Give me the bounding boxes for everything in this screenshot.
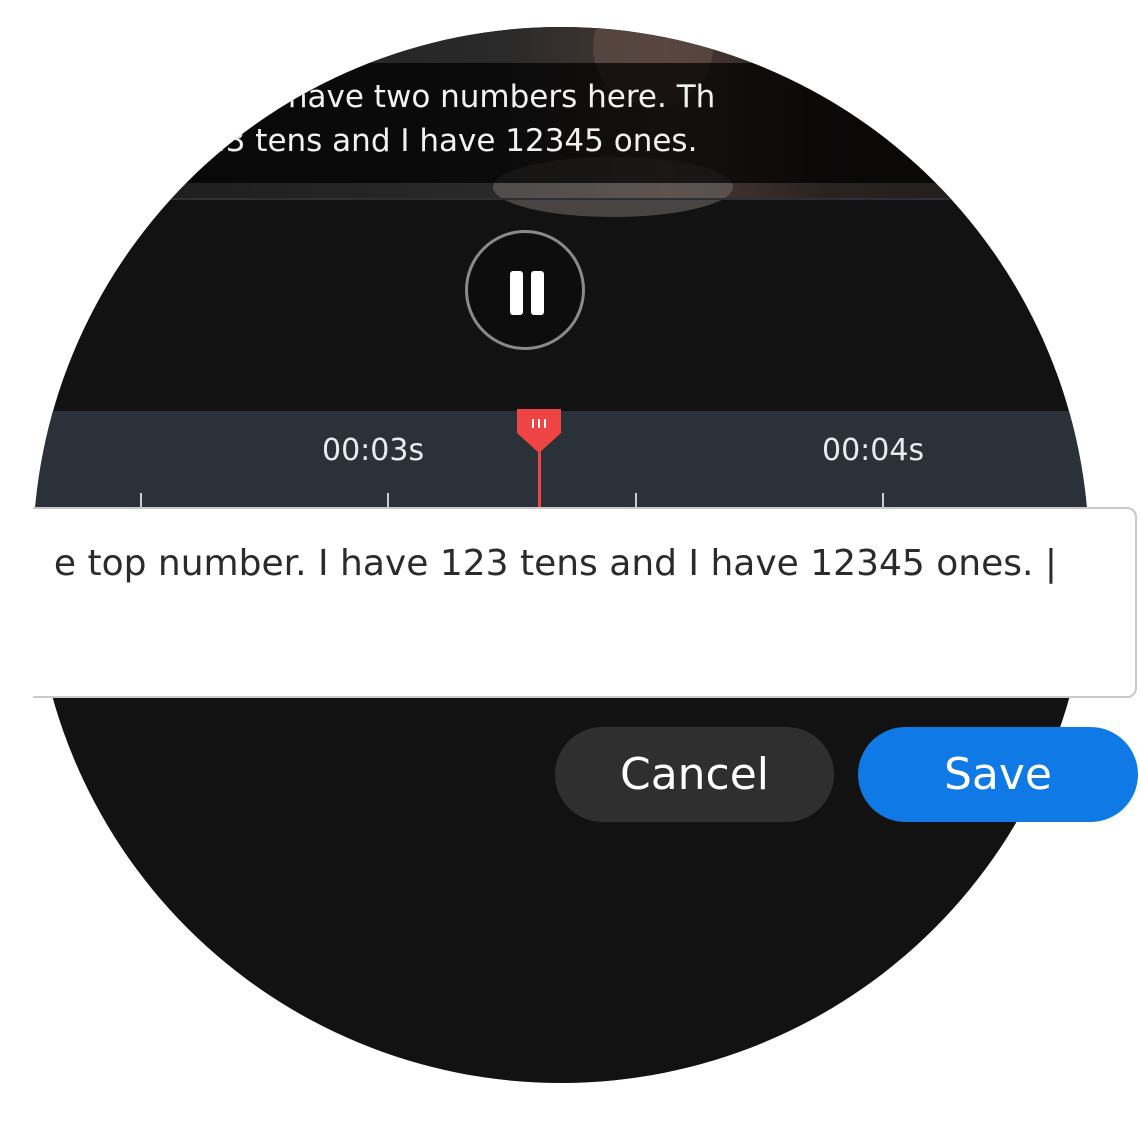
divider — [33, 198, 1089, 200]
caption-text-value: e top number. I have 123 tens and I have… — [53, 543, 1057, 584]
caption-line-2: ber. I have 123 tens and I have 12345 on… — [33, 123, 698, 159]
speaker-tag: 1] — [159, 79, 191, 115]
cancel-button[interactable]: Cancel — [555, 727, 834, 822]
timeline[interactable]: 00:03s 00:04s — [33, 409, 1089, 521]
video-frame: 1] So, I have two numbers here. Th ber. … — [33, 27, 1089, 217]
playhead-handle-icon[interactable] — [515, 409, 563, 453]
timeline-tick-label: 00:03s — [322, 433, 425, 468]
pause-icon-bar — [531, 271, 544, 315]
lens-edge — [0, 490, 33, 720]
pause-icon — [510, 271, 523, 315]
pause-button[interactable] — [465, 230, 585, 350]
caption-text-field[interactable]: e top number. I have 123 tens and I have… — [20, 507, 1137, 698]
save-button[interactable]: Save — [858, 727, 1138, 822]
timeline-tick-label: 00:04s — [822, 433, 925, 468]
caption-line-1-text: So, I have two numbers here. Th — [210, 79, 716, 115]
caption-line-1: 1] So, I have two numbers here. Th — [159, 79, 715, 115]
